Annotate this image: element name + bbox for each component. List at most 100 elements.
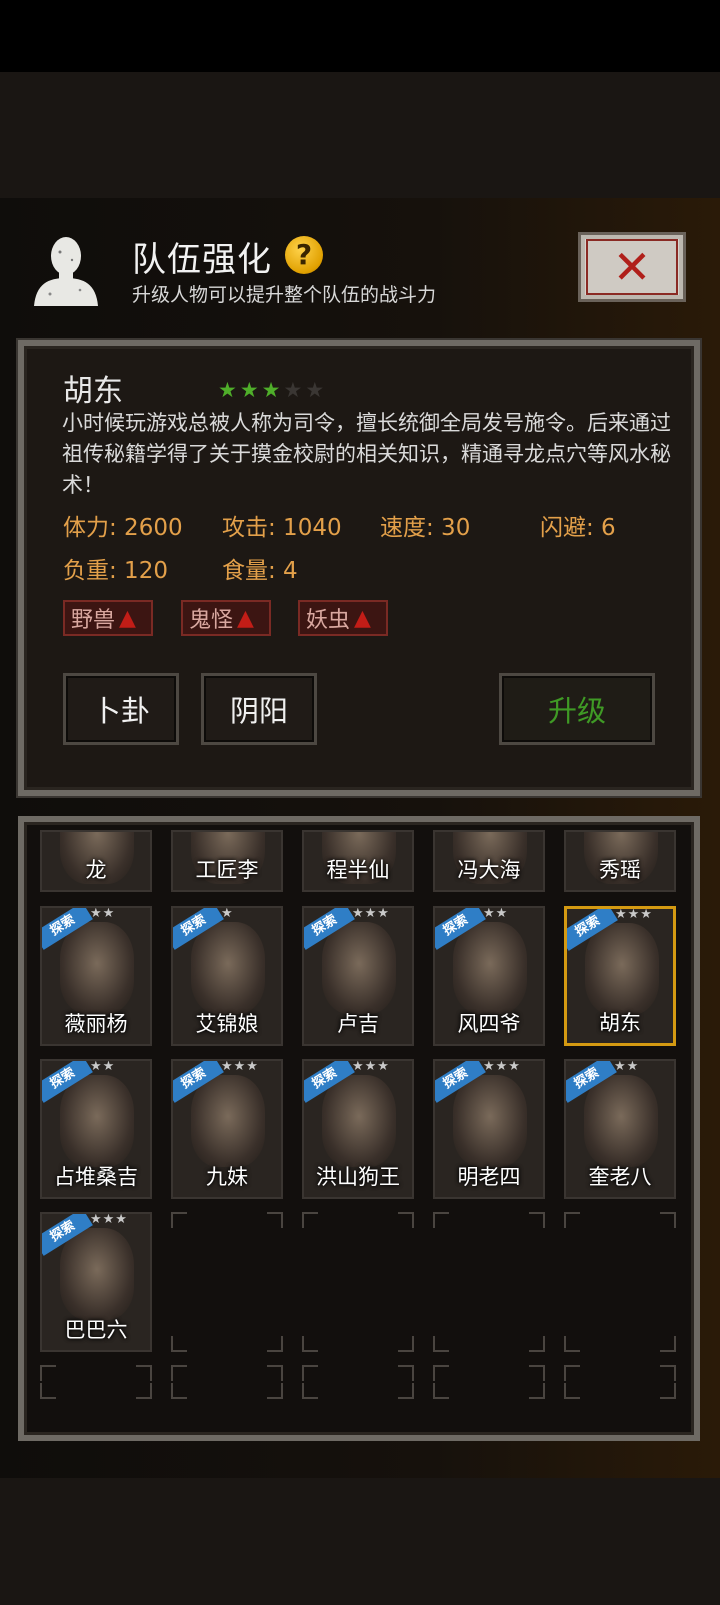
empty-slot [564, 1365, 676, 1399]
slot-corner [40, 1383, 56, 1399]
character-card[interactable]: 探索 ★★★ 九妹 [171, 1059, 283, 1199]
character-name: 胡东 [63, 374, 123, 409]
card-stars: ★★★ [90, 1212, 128, 1227]
character-card-name: 程半仙 [326, 858, 390, 882]
character-card[interactable]: 探索 ★★★ 明老四 [433, 1059, 545, 1199]
slot-corner [267, 1365, 283, 1381]
slot-corner [433, 1365, 449, 1381]
character-card-name: 薇丽杨 [64, 1012, 128, 1036]
slot-corner [136, 1365, 152, 1381]
empty-slot [171, 1365, 283, 1399]
yinyang-button[interactable]: 阴阳 [201, 673, 317, 745]
tag-label: 鬼怪 [189, 608, 234, 633]
page-subtitle: 升级人物可以提升整个队伍的战斗力 [132, 284, 437, 306]
stat-speed: 速度: 30 [380, 515, 471, 541]
character-card-name: 九妹 [206, 1165, 248, 1189]
character-card[interactable]: 程半仙 [302, 830, 414, 892]
slot-corner [302, 1336, 318, 1352]
character-portrait [322, 1075, 396, 1167]
character-portrait [584, 1075, 658, 1167]
character-card-name: 秀瑶 [599, 858, 641, 882]
character-card[interactable]: 探索 ★★ 占堆桑吉 [40, 1059, 152, 1199]
slot-corner [171, 1336, 187, 1352]
slot-corner [433, 1383, 449, 1399]
upgrade-button[interactable]: 升级 [499, 673, 655, 745]
card-stars: ★★★ [352, 906, 390, 921]
character-card[interactable]: 秀瑶 [564, 830, 676, 892]
character-card[interactable]: 工匠李 [171, 830, 283, 892]
character-card[interactable]: 探索 ★★ 薇丽杨 [40, 906, 152, 1046]
empty-slot [302, 1212, 414, 1352]
close-button[interactable]: ✕ [578, 232, 686, 302]
slot-corner [267, 1383, 283, 1399]
slot-corner [564, 1365, 580, 1381]
help-icon[interactable]: ? [285, 236, 323, 274]
character-card-name: 冯大海 [457, 858, 521, 882]
slot-corner [564, 1383, 580, 1399]
up-arrow-icon: ▲ [354, 605, 371, 631]
slot-corner [660, 1212, 676, 1228]
slot-corner [398, 1212, 414, 1228]
character-card-name: 龙 [85, 858, 107, 882]
character-card-name: 巴巴六 [64, 1318, 128, 1342]
slot-corner [398, 1383, 414, 1399]
slot-corner [529, 1336, 545, 1352]
stat-attack: 攻击: 1040 [222, 515, 342, 541]
character-card-name: 风四爷 [457, 1012, 521, 1036]
close-icon: ✕ [612, 240, 652, 294]
stat-stamina: 体力: 2600 [63, 515, 183, 541]
character-card[interactable]: 探索 ★★★ 洪山狗王 [302, 1059, 414, 1199]
page-title: 队伍强化 [132, 240, 272, 280]
slot-corner [529, 1212, 545, 1228]
slot-corner [302, 1383, 318, 1399]
card-stars: ★★ [90, 1059, 116, 1074]
card-stars: ★★ [483, 906, 509, 921]
star-icon: ★ [218, 378, 237, 402]
slot-corner [529, 1365, 545, 1381]
slot-corner [660, 1383, 676, 1399]
slot-corner [267, 1212, 283, 1228]
character-card[interactable]: 冯大海 [433, 830, 545, 892]
character-card[interactable]: 探索 ★★★ 巴巴六 [40, 1212, 152, 1352]
card-stars: ★★★ [615, 907, 653, 922]
character-portrait [453, 922, 527, 1014]
character-portrait [60, 1228, 134, 1320]
person-icon [30, 234, 102, 308]
character-card[interactable]: 探索 ★ 艾锦娘 [171, 906, 283, 1046]
character-card[interactable]: 探索 ★★★ 胡东 [564, 906, 676, 1046]
stat-food: 食量: 4 [222, 558, 298, 584]
stat-load: 负重: 120 [63, 558, 168, 584]
character-card-name: 艾锦娘 [195, 1012, 259, 1036]
character-card[interactable]: 探索 ★★★ 卢吉 [302, 906, 414, 1046]
character-portrait [60, 1075, 134, 1167]
slot-corner [171, 1365, 187, 1381]
slot-corner [433, 1336, 449, 1352]
character-card-name: 胡东 [599, 1011, 641, 1035]
character-card-name: 工匠李 [195, 858, 259, 882]
character-card-name: 洪山狗王 [316, 1165, 400, 1189]
slot-corner [40, 1365, 56, 1381]
empty-slot [433, 1212, 545, 1352]
character-card[interactable]: 探索 ★★ 风四爷 [433, 906, 545, 1046]
empty-slot [564, 1212, 676, 1352]
slot-corner [398, 1365, 414, 1381]
slot-corner [564, 1336, 580, 1352]
slot-corner [302, 1365, 318, 1381]
character-portrait [322, 922, 396, 1014]
tag-label: 野兽 [71, 608, 116, 633]
up-arrow-icon: ▲ [237, 605, 254, 631]
character-stars: ★ ★ ★ ★ ★ [218, 380, 324, 401]
close-button-inner: ✕ [586, 239, 678, 295]
empty-slot [433, 1365, 545, 1399]
tag-beast: 野兽 ▲ [63, 600, 153, 636]
character-card[interactable]: 探索 ★★ 奎老八 [564, 1059, 676, 1199]
slot-corner [564, 1212, 580, 1228]
slot-corner [433, 1212, 449, 1228]
stat-dodge: 闪避: 6 [540, 515, 616, 541]
divination-button[interactable]: 卜卦 [63, 673, 179, 745]
character-card[interactable]: 龙 [40, 830, 152, 892]
character-card-name: 明老四 [457, 1165, 521, 1189]
slot-corner [660, 1336, 676, 1352]
card-stars: ★ [221, 906, 234, 921]
empty-slot [40, 1365, 152, 1399]
